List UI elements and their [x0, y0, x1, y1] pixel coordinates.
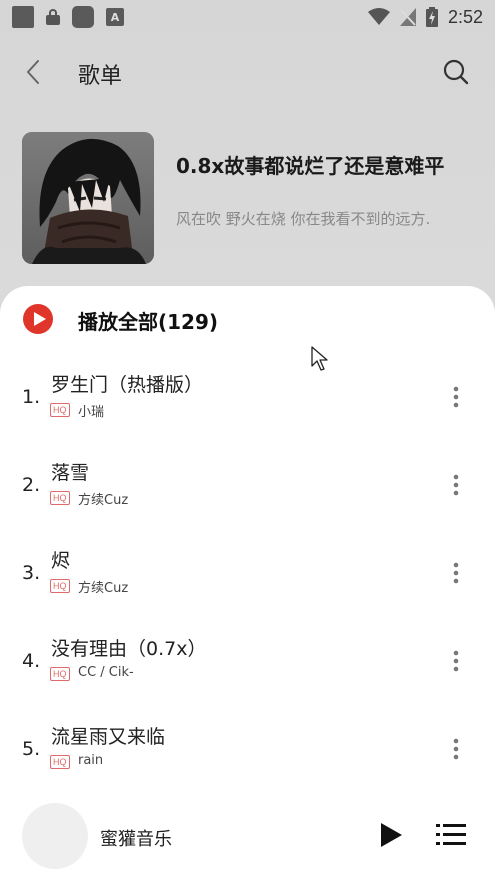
song-title: 烬 [51, 550, 71, 572]
song-artist: rain [78, 753, 104, 768]
battery-charging-icon [425, 7, 438, 27]
song-item[interactable]: 4. 没有理由（0.7x） HQ CC / Cik- [0, 636, 495, 724]
wifi-icon [367, 8, 390, 25]
song-list-sheet: 播放全部(129) 1. 罗生门（热播版） HQ 小瑞 2. 落雪 HQ 方续C… [0, 286, 495, 880]
song-number: 2. [22, 474, 41, 496]
back-icon[interactable] [20, 58, 48, 86]
song-number: 3. [22, 562, 41, 584]
hq-badge: HQ [50, 491, 70, 505]
song-artist: 方续Cuz [78, 581, 129, 596]
song-item[interactable]: 2. 落雪 HQ 方续Cuz [0, 460, 495, 548]
song-title: 落雪 [51, 462, 90, 484]
song-item[interactable]: 3. 烬 HQ 方续Cuz [0, 548, 495, 636]
more-options-icon[interactable] [446, 474, 466, 496]
hq-badge: HQ [50, 667, 70, 681]
song-number: 4. [22, 650, 41, 672]
playlist-title: 0.8x故事都说烂了还是意难平 [176, 154, 445, 178]
more-options-icon[interactable] [446, 738, 466, 760]
lock-icon [46, 9, 60, 25]
play-icon[interactable] [378, 822, 404, 848]
hq-badge: HQ [50, 403, 70, 417]
song-title: 没有理由（0.7x） [51, 638, 207, 660]
app-header: 歌单 [0, 44, 495, 100]
hq-badge: HQ [50, 579, 70, 593]
mini-player-title: 蜜獾音乐 [100, 829, 172, 850]
page-title: 歌单 [78, 64, 123, 89]
more-options-icon[interactable] [446, 650, 466, 672]
more-options-icon[interactable] [446, 562, 466, 584]
notification-app-icon [72, 6, 94, 28]
mini-player[interactable]: 蜜獾音乐 [0, 798, 495, 880]
hq-badge: HQ [50, 755, 70, 769]
mouse-cursor-icon [311, 346, 328, 371]
more-options-icon[interactable] [446, 386, 466, 408]
song-artist: CC / Cik- [78, 665, 134, 680]
status-time: 2:52 [447, 6, 483, 27]
playlist-description: 风在吹 野火在烧 你在我看不到的远方. [176, 210, 431, 228]
play-all-icon[interactable] [22, 303, 54, 335]
play-all-button[interactable]: 播放全部(129) [78, 306, 218, 335]
song-artist: 小瑞 [78, 405, 105, 420]
song-number: 5. [22, 738, 41, 760]
mini-player-cover[interactable] [22, 803, 88, 869]
playlist-cover-image[interactable] [22, 132, 154, 264]
search-icon[interactable] [442, 58, 470, 86]
song-artist: 方续Cuz [78, 493, 129, 508]
song-title: 罗生门（热播版） [51, 374, 204, 396]
status-bar: A 2:52 [0, 0, 495, 34]
song-number: 1. [22, 386, 41, 408]
notification-a-icon: A [106, 8, 124, 26]
notification-square-icon [12, 6, 34, 28]
song-title: 流星雨又来临 [51, 726, 166, 748]
playlist-queue-icon[interactable] [436, 822, 466, 848]
song-item[interactable]: 1. 罗生门（热播版） HQ 小瑞 [0, 372, 495, 460]
no-signal-icon [399, 8, 416, 26]
